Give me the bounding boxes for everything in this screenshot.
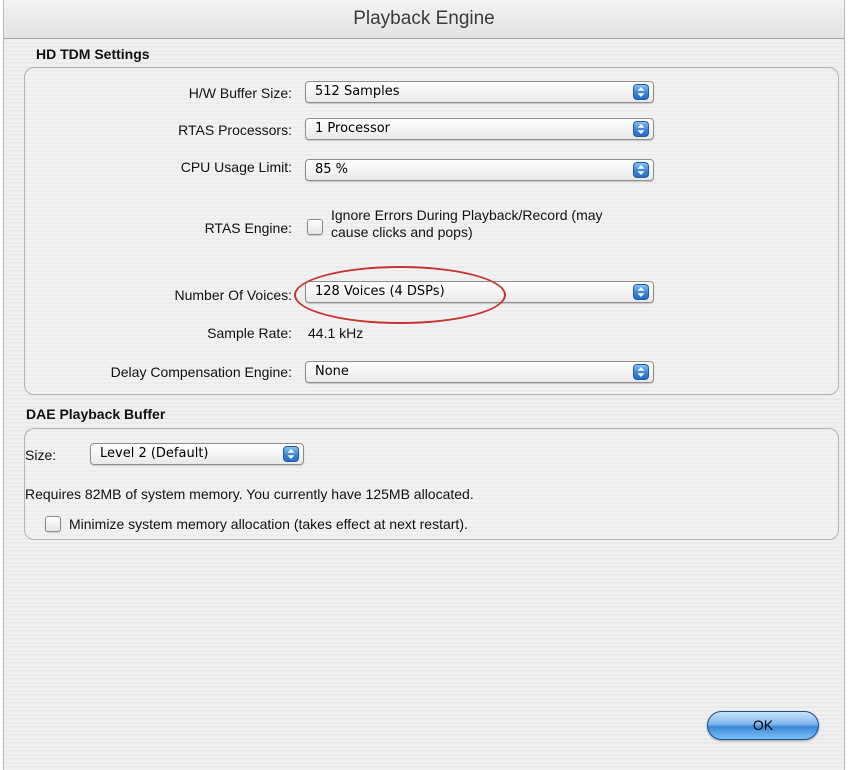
sample-rate-value: 44.1 kHz [308, 325, 364, 341]
hw-buffer-size-popup[interactable]: 512 Samples [305, 81, 654, 103]
popup-arrows-icon [633, 162, 649, 178]
rtas-processors-label: RTAS Processors: [178, 122, 292, 138]
hw-buffer-size-label: H/W Buffer Size: [188, 85, 292, 101]
hw-buffer-size-value: 512 Samples [315, 84, 400, 99]
delay-compensation-value: None [315, 364, 349, 379]
rtas-processors-value: 1 Processor [315, 121, 391, 136]
number-of-voices-label: Number Of Voices: [174, 287, 293, 303]
popup-arrows-icon [633, 284, 649, 300]
minimize-memory-label: Minimize system memory allocation (takes… [69, 516, 468, 532]
buffer-size-popup[interactable]: Level 2 (Default) [90, 443, 304, 465]
rtas-processors-popup[interactable]: 1 Processor [305, 118, 654, 140]
ignore-errors-label-line1: Ignore Errors During Playback/Record (ma… [331, 207, 603, 223]
playback-engine-window: Playback Engine HD TDM Settings H/W Buff… [3, 0, 845, 770]
popup-arrows-icon [633, 121, 649, 137]
dae-playback-buffer-label: DAE Playback Buffer [26, 406, 166, 422]
popup-arrows-icon [633, 364, 649, 380]
cpu-usage-limit-popup[interactable]: 85 % [305, 159, 654, 181]
number-of-voices-value: 128 Voices (4 DSPs) [315, 284, 445, 299]
rtas-engine-label: RTAS Engine: [204, 220, 292, 236]
window-title: Playback Engine [4, 0, 844, 39]
ok-button[interactable]: OK [707, 711, 819, 740]
size-label: Size: [25, 447, 57, 463]
hd-tdm-settings-label: HD TDM Settings [36, 46, 150, 62]
popup-arrows-icon [633, 84, 649, 100]
popup-arrows-icon [283, 446, 299, 462]
buffer-size-value: Level 2 (Default) [100, 446, 209, 461]
number-of-voices-popup[interactable]: 128 Voices (4 DSPs) [305, 281, 654, 303]
memory-info-text: Requires 82MB of system memory. You curr… [25, 486, 474, 502]
minimize-memory-checkbox[interactable] [45, 516, 61, 532]
delay-compensation-popup[interactable]: None [305, 361, 654, 383]
cpu-usage-limit-label: CPU Usage Limit: [180, 159, 292, 175]
cpu-usage-limit-value: 85 % [315, 162, 349, 177]
ignore-errors-checkbox[interactable] [307, 219, 323, 235]
sample-rate-label: Sample Rate: [207, 325, 292, 341]
delay-compensation-label: Delay Compensation Engine: [110, 364, 292, 380]
ignore-errors-label-line2: cause clicks and pops) [331, 224, 473, 240]
